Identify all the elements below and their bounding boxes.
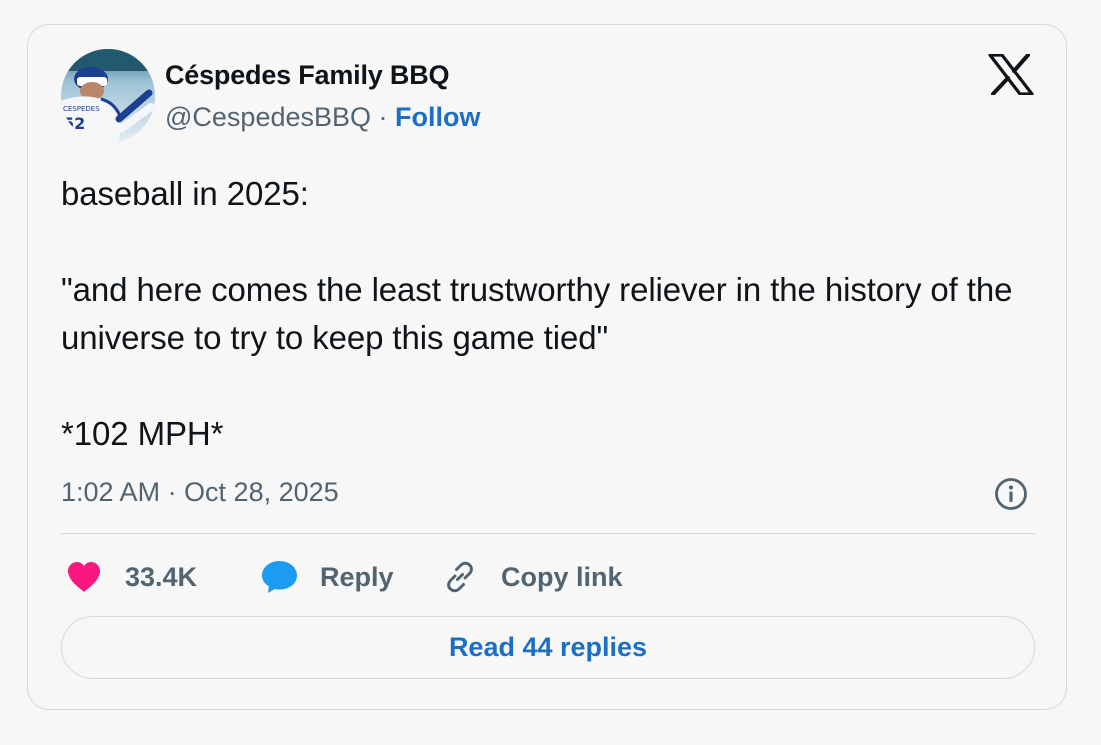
author-display-name[interactable]: Céspedes Family BBQ <box>165 60 450 91</box>
read-replies-label: Read 44 replies <box>448 632 648 662</box>
author-avatar[interactable]: CESPEDES 52 <box>61 49 155 143</box>
copy-link-button[interactable]: Copy link <box>443 557 623 597</box>
like-button[interactable]: 33.4K <box>66 557 197 597</box>
follow-button[interactable]: Follow <box>395 102 480 132</box>
like-count: 33.4K <box>125 561 198 592</box>
author-handle-row: @CespedesBBQ · Follow <box>165 102 481 133</box>
divider <box>61 533 1035 534</box>
avatar-photo-image: CESPEDES 52 <box>61 49 155 143</box>
copy-link-label: Copy link <box>501 561 623 592</box>
tweet-timestamp[interactable]: 1:02 AM · Oct 28, 2025 <box>61 477 339 508</box>
speech-bubble-icon <box>262 561 297 593</box>
reply-button[interactable]: Reply <box>261 557 394 597</box>
info-icon[interactable] <box>994 477 1028 511</box>
avatar-jersey-name: CESPEDES <box>63 105 100 113</box>
handle-separator: · <box>371 102 396 132</box>
tweet-text: baseball in 2025: "and here comes the le… <box>61 175 1013 452</box>
link-icon <box>447 561 473 593</box>
reply-label: Reply <box>320 561 394 592</box>
heart-icon <box>68 562 100 592</box>
x-logo-icon[interactable] <box>988 54 1034 95</box>
author-handle[interactable]: @CespedesBBQ <box>165 102 371 132</box>
read-replies-button[interactable]: Read 44 replies <box>61 616 1035 679</box>
